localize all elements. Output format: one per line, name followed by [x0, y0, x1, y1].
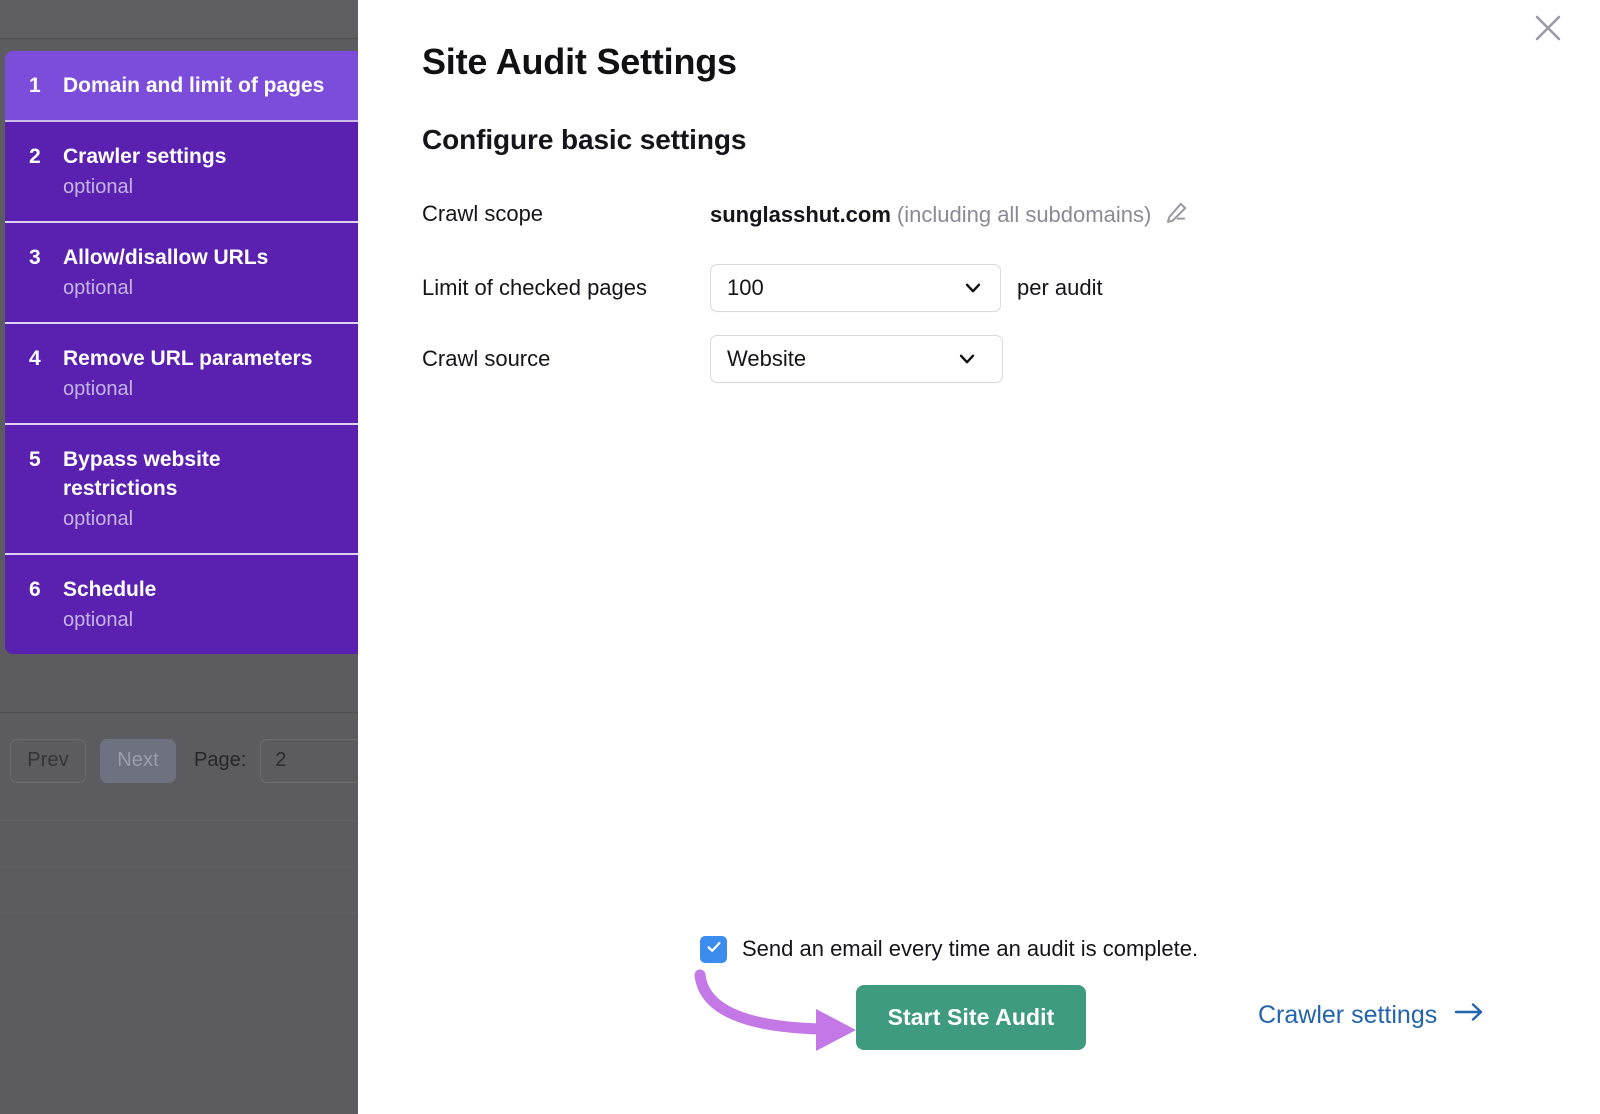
- page-title: Site Audit Settings: [422, 41, 737, 83]
- crawl-scope-domain: sunglasshut.com: [710, 202, 891, 227]
- site-audit-settings-modal: Site Audit Settings Configure basic sett…: [358, 0, 1600, 1114]
- step-title: Bypass website restrictions: [63, 445, 340, 503]
- step-optional-label: optional: [63, 606, 340, 634]
- limit-pages-row: Limit of checked pages 100 per audit: [422, 264, 1522, 312]
- crawl-scope-note: (including all subdomains): [897, 202, 1151, 227]
- limit-pages-select[interactable]: 100: [710, 264, 1001, 312]
- crawl-source-value: Website: [727, 346, 806, 372]
- close-icon: [1533, 13, 1563, 43]
- step-title: Remove URL parameters: [63, 344, 340, 373]
- step-title: Allow/disallow URLs: [63, 243, 340, 272]
- page-label: Page:: [194, 749, 246, 772]
- email-notification-label: Send an email every time an audit is com…: [742, 935, 1198, 963]
- basic-settings-form: Crawl scope sunglasshut.com(including al…: [422, 190, 1522, 406]
- step-number: 2: [29, 142, 43, 171]
- step-number: 5: [29, 445, 43, 474]
- chevron-down-icon: [956, 348, 978, 370]
- step-item-3[interactable]: 3 Allow/disallow URLsoptional: [5, 223, 358, 324]
- step-item-1[interactable]: 1 Domain and limit of pages: [5, 51, 358, 122]
- step-item-4[interactable]: 4 Remove URL parametersoptional: [5, 324, 358, 425]
- step-number: 1: [29, 71, 43, 100]
- step-number: 3: [29, 243, 43, 272]
- crawl-scope-value: sunglasshut.com(including all subdomains…: [710, 200, 1189, 228]
- chevron-down-icon: [962, 277, 984, 299]
- step-title: Crawler settings: [63, 142, 340, 171]
- screen: 1 Domain and limit of pages 2 Crawler setti…: [0, 0, 1600, 1114]
- step-title: Domain and limit of pages: [63, 71, 340, 100]
- pencil-icon[interactable]: [1163, 200, 1189, 226]
- backdrop-divider: [0, 820, 358, 821]
- limit-pages-value: 100: [727, 275, 764, 301]
- step-optional-label: optional: [63, 173, 340, 201]
- crawl-source-label: Crawl source: [422, 344, 710, 374]
- crawl-scope-row: Crawl scope sunglasshut.com(including al…: [422, 190, 1522, 238]
- backdrop-divider: [0, 866, 358, 867]
- step-body: Crawler settingsoptional: [63, 142, 340, 201]
- crawl-source-select[interactable]: Website: [710, 335, 1003, 383]
- step-body: Bypass website restrictionsoptional: [63, 445, 340, 533]
- step-number: 4: [29, 344, 43, 373]
- limit-pages-suffix: per audit: [1017, 275, 1103, 301]
- close-button[interactable]: [1526, 6, 1570, 50]
- step-optional-label: optional: [63, 505, 340, 533]
- crawler-settings-link-label: Crawler settings: [1258, 1001, 1437, 1030]
- backdrop-topbar: [0, 0, 358, 39]
- arrow-right-icon: [1453, 1000, 1485, 1031]
- step-item-6[interactable]: 6 Scheduleoptional: [5, 555, 358, 654]
- step-optional-label: optional: [63, 375, 340, 403]
- crawl-scope-label: Crawl scope: [422, 199, 710, 229]
- step-number: 6: [29, 575, 43, 604]
- backdrop-divider: [0, 912, 358, 913]
- section-title: Configure basic settings: [422, 124, 746, 156]
- step-body: Scheduleoptional: [63, 575, 340, 634]
- crawler-settings-link[interactable]: Crawler settings: [1258, 1000, 1485, 1031]
- email-notification-checkbox[interactable]: [700, 936, 727, 963]
- crawl-source-row: Crawl source Website: [422, 335, 1522, 383]
- next-page-button[interactable]: Next: [100, 739, 176, 783]
- start-site-audit-button[interactable]: Start Site Audit: [856, 985, 1086, 1050]
- step-body: Allow/disallow URLsoptional: [63, 243, 340, 302]
- step-item-2[interactable]: 2 Crawler settingsoptional: [5, 122, 358, 223]
- pagination-bar: Prev Next Page:: [0, 712, 358, 808]
- check-icon: [705, 938, 723, 961]
- step-title: Schedule: [63, 575, 340, 604]
- step-item-5[interactable]: 5 Bypass website restrictionsoptional: [5, 425, 358, 555]
- email-notification-option[interactable]: Send an email every time an audit is com…: [700, 935, 1198, 963]
- step-navigation: 1 Domain and limit of pages 2 Crawler setti…: [5, 51, 358, 654]
- prev-page-button[interactable]: Prev: [10, 739, 86, 783]
- step-optional-label: optional: [63, 274, 340, 302]
- step-body: Domain and limit of pages: [63, 71, 340, 100]
- limit-pages-label: Limit of checked pages: [422, 273, 710, 303]
- step-body: Remove URL parametersoptional: [63, 344, 340, 403]
